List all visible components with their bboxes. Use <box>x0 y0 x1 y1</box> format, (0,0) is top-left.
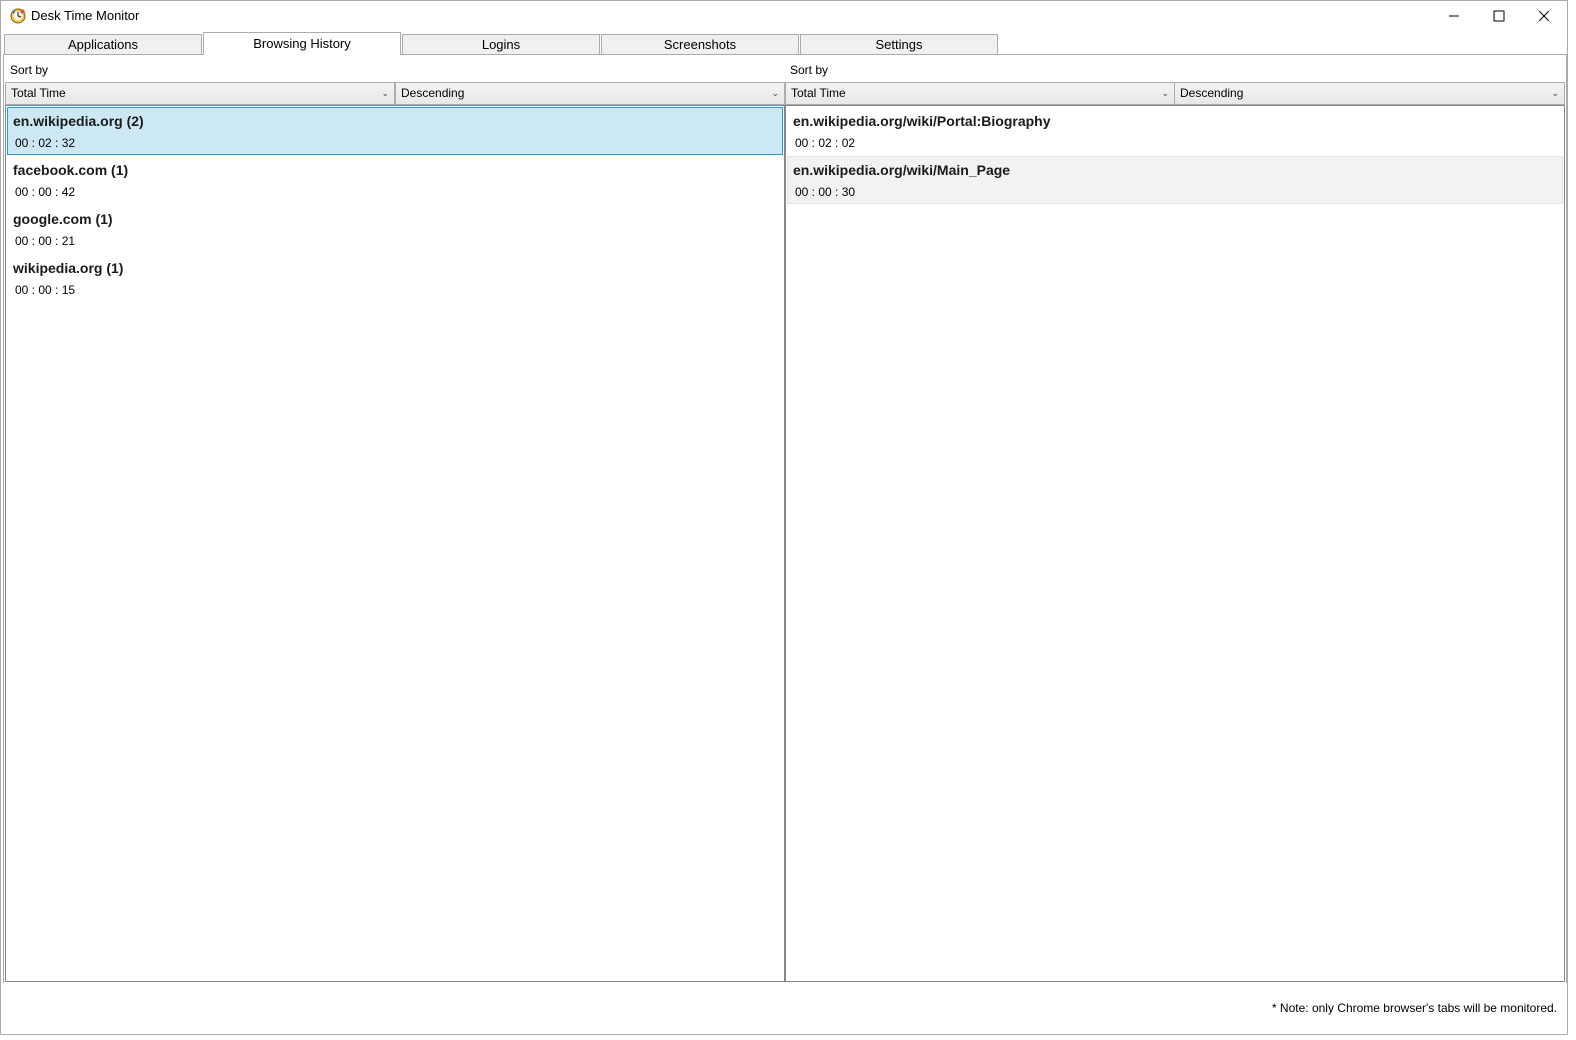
list-item[interactable]: en.wikipedia.org (2) 00 : 02 : 32 <box>7 107 783 155</box>
list-item[interactable]: facebook.com (1) 00 : 00 : 42 <box>7 156 783 204</box>
app-logo-icon <box>10 8 26 24</box>
close-icon <box>1538 10 1550 22</box>
list-item[interactable]: en.wikipedia.org/wiki/Main_Page 00 : 00 … <box>787 156 1563 204</box>
minimize-icon <box>1449 15 1459 17</box>
sort-order-value: Descending <box>1180 86 1244 100</box>
item-url: en.wikipedia.org/wiki/Portal:Biography <box>793 113 1051 129</box>
item-url: en.wikipedia.org/wiki/Main_Page <box>793 162 1011 178</box>
title-bar[interactable]: Desk Time Monitor <box>1 1 1567 31</box>
maximize-icon <box>1493 10 1505 22</box>
monitoring-note: * Note: only Chrome browser's tabs will … <box>1271 1001 1557 1015</box>
tab-settings[interactable]: Settings <box>800 34 998 54</box>
tab-strip: Applications Browsing History Logins Scr… <box>4 32 1004 55</box>
item-time: 00 : 02 : 32 <box>15 136 76 150</box>
close-button[interactable] <box>1521 1 1567 31</box>
list-item[interactable]: en.wikipedia.org/wiki/Portal:Biography 0… <box>787 107 1563 155</box>
chevron-down-icon: ⌄ <box>771 88 779 98</box>
sort-by-label: Sort by <box>790 63 829 77</box>
item-domain: en.wikipedia.org (2) <box>13 113 144 129</box>
item-time: 00 : 02 : 02 <box>795 136 856 150</box>
item-time: 00 : 00 : 30 <box>795 185 856 199</box>
item-time: 00 : 00 : 42 <box>15 185 76 199</box>
item-domain: google.com (1) <box>13 211 113 227</box>
chevron-down-icon: ⌄ <box>381 88 389 98</box>
list-item[interactable]: wikipedia.org (1) 00 : 00 : 15 <box>7 254 783 302</box>
app-window: Desk Time Monitor Applications Browsing … <box>0 0 1568 1035</box>
item-time: 00 : 00 : 21 <box>15 234 76 248</box>
sort-order-dropdown[interactable]: Descending ⌄ <box>395 82 785 105</box>
pages-list[interactable]: en.wikipedia.org/wiki/Portal:Biography 0… <box>785 105 1565 982</box>
window-title: Desk Time Monitor <box>31 8 140 23</box>
sort-by-label: Sort by <box>10 63 49 77</box>
domains-list[interactable]: en.wikipedia.org (2) 00 : 02 : 32 facebo… <box>5 105 785 982</box>
tab-logins[interactable]: Logins <box>402 34 600 54</box>
list-item[interactable]: google.com (1) 00 : 00 : 21 <box>7 205 783 253</box>
chevron-down-icon: ⌄ <box>1161 88 1169 98</box>
sort-order-value: Descending <box>401 86 465 100</box>
sort-field-value: Total Time <box>11 86 66 100</box>
item-domain: facebook.com (1) <box>13 162 129 178</box>
sort-field-dropdown[interactable]: Total Time ⌄ <box>5 82 395 105</box>
tab-screenshots[interactable]: Screenshots <box>601 34 799 54</box>
chevron-down-icon: ⌄ <box>1551 88 1559 98</box>
item-time: 00 : 00 : 15 <box>15 283 76 297</box>
sort-field-value: Total Time <box>791 86 846 100</box>
sort-order-dropdown[interactable]: Descending ⌄ <box>1174 82 1565 105</box>
sort-field-dropdown[interactable]: Total Time ⌄ <box>785 82 1175 105</box>
minimize-button[interactable] <box>1431 1 1477 31</box>
maximize-button[interactable] <box>1476 1 1522 31</box>
tab-applications[interactable]: Applications <box>4 34 202 54</box>
item-domain: wikipedia.org (1) <box>13 260 124 276</box>
tab-browsing-history[interactable]: Browsing History <box>203 32 401 55</box>
